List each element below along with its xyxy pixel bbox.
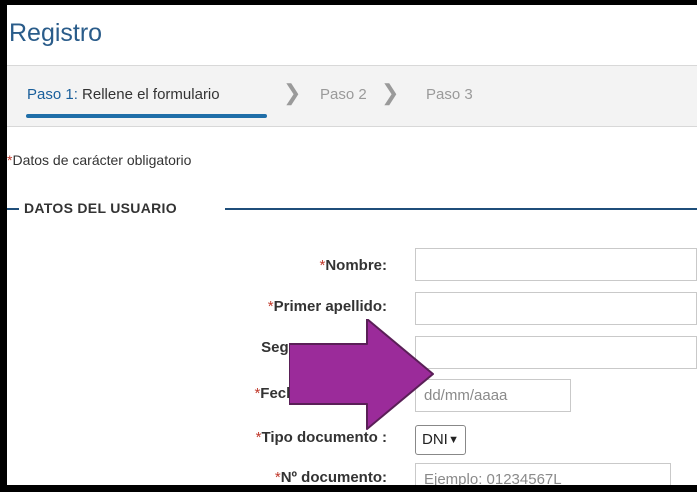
step-1-number: Paso 1:: [27, 86, 78, 103]
numero-documento-input[interactable]: Ejemplo: 01234567L: [415, 463, 671, 485]
page-frame: Registro Paso 1: Rellene el formulario ❯…: [7, 5, 697, 485]
arrow-right-icon: [289, 319, 434, 430]
numero-documento-label-text: Nº documento:: [280, 469, 387, 485]
chevron-down-icon: ▼: [448, 434, 459, 446]
required-note-text: Datos de carácter obligatorio: [12, 152, 192, 168]
nombre-input[interactable]: [415, 248, 697, 281]
step-3: Paso 3: [426, 86, 473, 103]
primer-apellido-label-text: Primer apellido:: [273, 298, 387, 315]
chevron-right-icon: ❯: [283, 80, 302, 105]
primer-apellido-input[interactable]: [415, 292, 697, 325]
fieldset-border: [225, 208, 697, 210]
tipo-documento-label-text: Tipo documento :: [261, 429, 387, 446]
nombre-label: *Nombre:: [319, 257, 387, 274]
step-1-label: Rellene el formulario: [82, 86, 220, 103]
numero-documento-label: *Nº documento:: [275, 469, 387, 485]
step-1: Paso 1: Rellene el formulario: [27, 86, 220, 103]
step-progress-bar: Paso 1: Rellene el formulario ❯ Paso 2 ❯…: [7, 65, 697, 127]
page-title: Registro: [9, 19, 103, 47]
active-step-indicator: [26, 114, 267, 118]
section-legend: DATOS DEL USUARIO: [24, 200, 177, 216]
required-fields-note: *Datos de carácter obligatorio: [7, 152, 191, 168]
primer-apellido-label: *Primer apellido:: [268, 298, 387, 315]
fieldset-border: [7, 208, 19, 210]
nombre-label-text: Nombre:: [325, 257, 387, 274]
chevron-right-icon: ❯: [381, 80, 400, 105]
tipo-documento-value: DNI: [422, 431, 448, 448]
segundo-apellido-input[interactable]: [415, 336, 697, 369]
tipo-documento-label: *Tipo documento :: [256, 429, 387, 446]
step-2: Paso 2: [320, 86, 367, 103]
